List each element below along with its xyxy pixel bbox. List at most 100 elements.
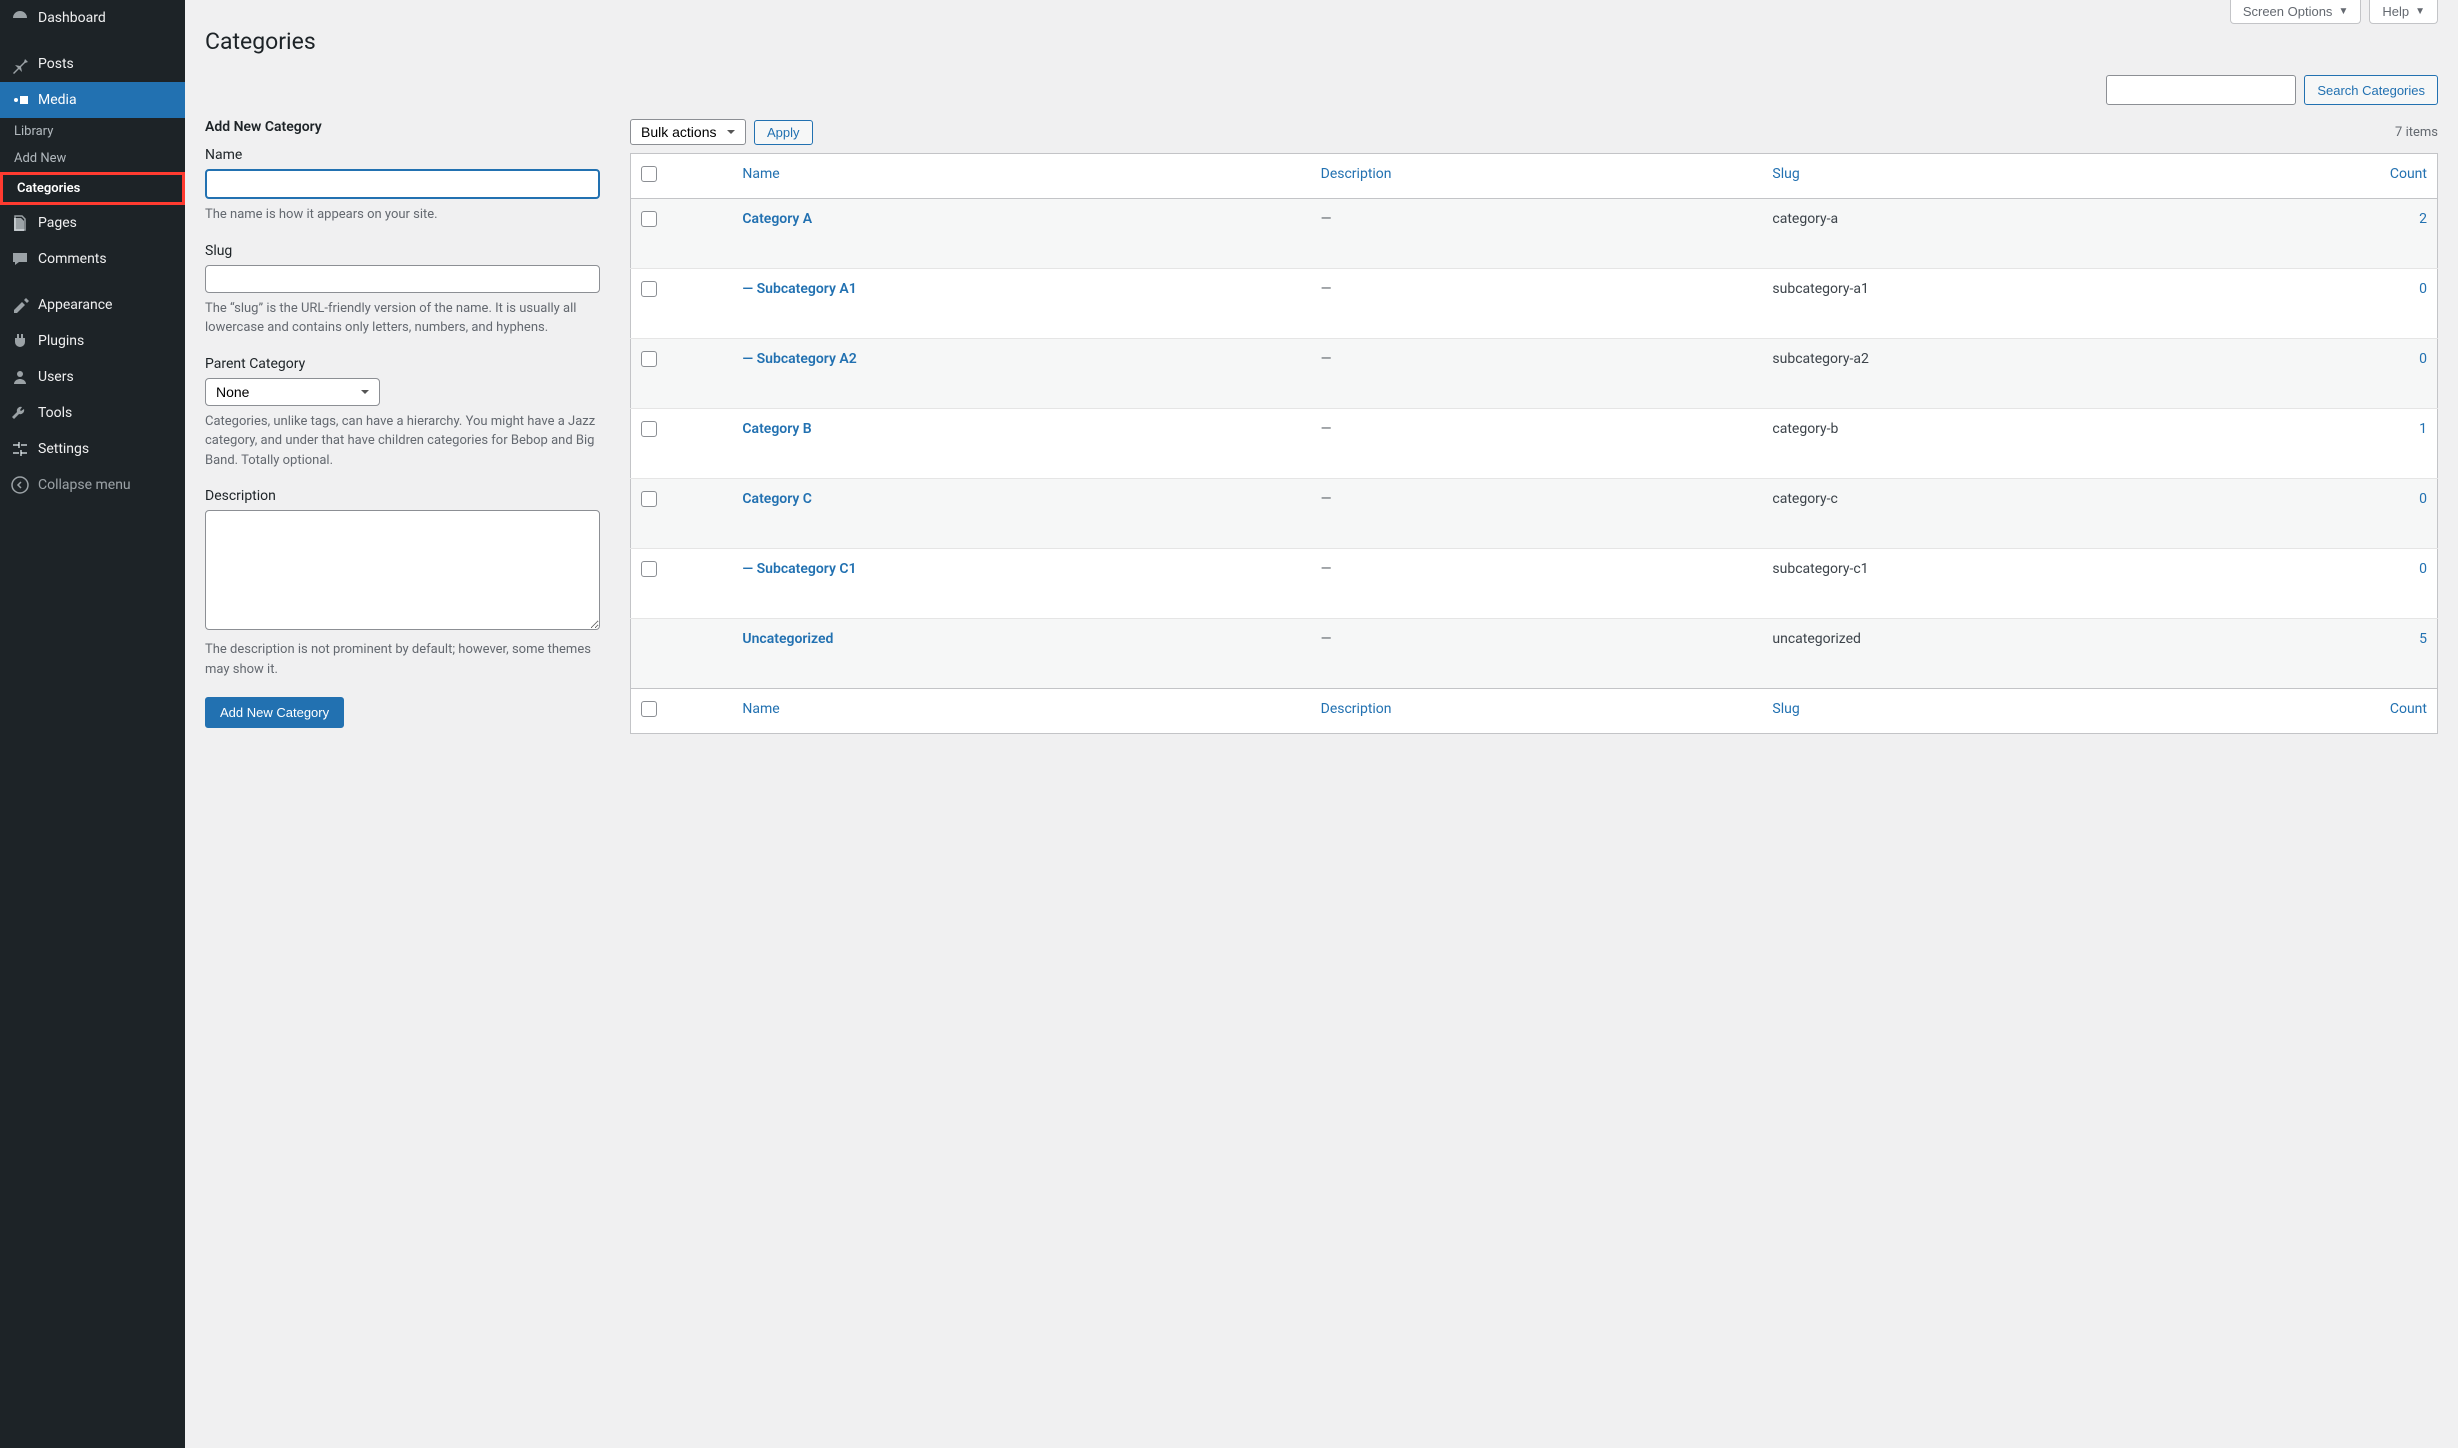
apply-button[interactable]: Apply <box>754 120 813 145</box>
row-name-link[interactable]: Uncategorized <box>742 631 833 647</box>
sidebar-subitem-categories[interactable]: Categories <box>0 172 185 205</box>
row-checkbox[interactable] <box>641 421 657 437</box>
form-heading: Add New Category <box>205 119 600 135</box>
chevron-down-icon: ▼ <box>2415 6 2425 17</box>
slug-label: Slug <box>205 243 600 259</box>
media-icon <box>10 90 30 110</box>
comments-icon <box>10 249 30 269</box>
sidebar-subitem-add-new[interactable]: Add New <box>0 145 185 172</box>
screen-options-button[interactable]: Screen Options ▼ <box>2230 0 2362 24</box>
row-name-link[interactable]: Category A <box>742 211 812 227</box>
row-count-link[interactable]: 2 <box>2419 211 2427 227</box>
categories-list: Bulk actions Apply 7 items Name Descript… <box>630 119 2438 734</box>
screen-options-label: Screen Options <box>2243 4 2333 19</box>
col-count[interactable]: Count <box>2390 166 2427 182</box>
row-name-link[interactable]: Category B <box>742 421 811 437</box>
dashboard-icon <box>10 8 30 28</box>
col-name[interactable]: Name <box>742 166 779 182</box>
table-row: — Subcategory C1—subcategory-c10 <box>631 549 2438 619</box>
help-button[interactable]: Help ▼ <box>2369 0 2438 24</box>
add-category-button[interactable]: Add New Category <box>205 697 344 728</box>
row-slug: subcategory-c1 <box>1772 561 1868 577</box>
row-count-link[interactable]: 0 <box>2419 281 2427 297</box>
search-categories-button[interactable]: Search Categories <box>2304 75 2438 105</box>
row-name-link[interactable]: — Subcategory C1 <box>742 561 856 577</box>
sidebar-item-tools[interactable]: Tools <box>0 395 185 431</box>
row-checkbox[interactable] <box>641 211 657 227</box>
description-textarea[interactable] <box>205 510 600 630</box>
items-count: 7 items <box>2395 125 2438 140</box>
sidebar-subitem-library[interactable]: Library <box>0 118 185 145</box>
search-row: Search Categories <box>205 75 2438 105</box>
sidebar-item-label: Appearance <box>38 297 112 313</box>
row-count-link[interactable]: 0 <box>2419 491 2427 507</box>
parent-select[interactable]: None <box>205 378 380 406</box>
sidebar-item-appearance[interactable]: Appearance <box>0 287 185 323</box>
row-slug: subcategory-a2 <box>1772 351 1868 367</box>
row-name-link[interactable]: — Subcategory A2 <box>742 351 856 367</box>
description-help: The description is not prominent by defa… <box>205 640 600 679</box>
row-count-link[interactable]: 1 <box>2419 421 2427 437</box>
col-slug-footer[interactable]: Slug <box>1772 701 1799 717</box>
sidebar-item-label: Plugins <box>38 333 84 349</box>
sidebar-item-label: Dashboard <box>38 10 106 26</box>
table-row: Category A — category-a 2 <box>631 199 2438 269</box>
name-label: Name <box>205 147 600 163</box>
row-slug: subcategory-a1 <box>1772 281 1868 297</box>
col-description[interactable]: Description <box>1321 166 1392 182</box>
sidebar-item-label: Media <box>38 92 77 108</box>
users-icon <box>10 367 30 387</box>
sidebar-item-posts[interactable]: Posts <box>0 46 185 82</box>
sidebar-item-users[interactable]: Users <box>0 359 185 395</box>
row-checkbox[interactable] <box>641 281 657 297</box>
collapse-icon <box>10 475 30 495</box>
pages-icon <box>10 213 30 233</box>
col-description-footer[interactable]: Description <box>1321 701 1392 717</box>
row-description: — <box>1321 631 1332 647</box>
tools-icon <box>10 403 30 423</box>
row-checkbox[interactable] <box>641 351 657 367</box>
col-name-footer[interactable]: Name <box>742 701 779 717</box>
row-description: — <box>1321 211 1332 227</box>
sidebar-item-media[interactable]: Media <box>0 82 185 118</box>
categories-table: Name Description Slug Count Category A — c… <box>630 153 2438 734</box>
appearance-icon <box>10 295 30 315</box>
sidebar-item-pages[interactable]: Pages <box>0 205 185 241</box>
select-all-checkbox-footer[interactable] <box>641 701 657 717</box>
sidebar-item-dashboard[interactable]: Dashboard <box>0 0 185 36</box>
name-input[interactable] <box>205 169 600 199</box>
admin-sidebar: Dashboard Posts Media Library Add New Ca… <box>0 0 185 1448</box>
parent-help: Categories, unlike tags, can have a hier… <box>205 412 600 471</box>
row-checkbox[interactable] <box>641 491 657 507</box>
row-slug: category-b <box>1772 421 1838 437</box>
sidebar-item-comments[interactable]: Comments <box>0 241 185 277</box>
row-name-link[interactable]: — Subcategory A1 <box>742 281 856 297</box>
collapse-menu[interactable]: Collapse menu <box>0 467 185 503</box>
table-row: Category B—category-b1 <box>631 409 2438 479</box>
sidebar-item-label: Settings <box>38 441 89 457</box>
row-checkbox[interactable] <box>641 561 657 577</box>
sidebar-item-plugins[interactable]: Plugins <box>0 323 185 359</box>
sidebar-item-label: Pages <box>38 215 77 231</box>
description-label: Description <box>205 488 600 504</box>
table-row: Category C—category-c0 <box>631 479 2438 549</box>
row-count-link[interactable]: 0 <box>2419 351 2427 367</box>
sidebar-item-settings[interactable]: Settings <box>0 431 185 467</box>
row-slug: category-a <box>1772 211 1838 227</box>
main-content: Screen Options ▼ Help ▼ Categories Searc… <box>185 0 2458 1448</box>
row-name-link[interactable]: Category C <box>742 491 812 507</box>
select-all-checkbox[interactable] <box>641 166 657 182</box>
bulk-actions-select[interactable]: Bulk actions <box>630 119 746 145</box>
slug-input[interactable] <box>205 265 600 293</box>
screen-meta-links: Screen Options ▼ Help ▼ <box>2230 0 2438 24</box>
row-count-link[interactable]: 5 <box>2419 631 2427 647</box>
row-count-link[interactable]: 0 <box>2419 561 2427 577</box>
pin-icon <box>10 54 30 74</box>
row-slug: uncategorized <box>1772 631 1861 647</box>
search-input[interactable] <box>2106 75 2296 105</box>
slug-help: The “slug” is the URL-friendly version o… <box>205 299 600 338</box>
chevron-down-icon: ▼ <box>2338 6 2348 17</box>
row-description: — <box>1321 281 1332 297</box>
col-slug[interactable]: Slug <box>1772 166 1799 182</box>
col-count-footer[interactable]: Count <box>2390 701 2427 717</box>
